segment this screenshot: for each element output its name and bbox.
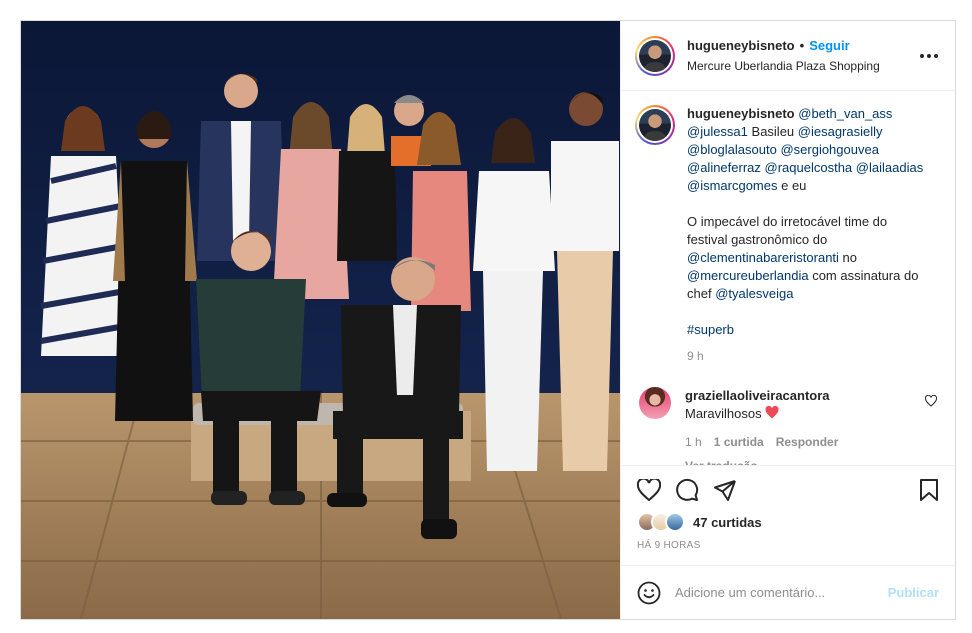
- emoji-icon[interactable]: [637, 581, 661, 605]
- heart-icon[interactable]: [637, 479, 661, 501]
- caption-author-avatar[interactable]: [635, 105, 675, 145]
- post-location[interactable]: Mercure Uberlandia Plaza Shopping: [687, 59, 917, 73]
- bookmark-icon[interactable]: [919, 479, 939, 501]
- caption-text: O impecável do irretocável time do festi…: [687, 213, 927, 303]
- add-comment-bar: Adicione um comentário... Publicar: [621, 565, 955, 619]
- reply-button[interactable]: Responder: [776, 433, 839, 451]
- caption-hashtag[interactable]: #superb: [687, 321, 927, 339]
- mention-link[interactable]: @beth_van_ass: [798, 106, 892, 121]
- post-header: hugueneybisneto • Seguir Mercure Uberlan…: [621, 21, 955, 91]
- caption-text-segment: no: [838, 250, 858, 265]
- comments-section[interactable]: hugueneybisneto @beth_van_ass @julessa1 …: [621, 91, 955, 465]
- mention-link[interactable]: @mercureuberlandia: [687, 268, 809, 283]
- caption-text-segment: e eu: [777, 178, 807, 193]
- comment-time: 1 h: [685, 435, 702, 449]
- mention-link[interactable]: @clementinabareristoranti: [687, 250, 839, 265]
- caption: hugueneybisneto @beth_van_ass @julessa1 …: [635, 105, 941, 365]
- comment-icon[interactable]: [675, 478, 699, 502]
- see-translation-link[interactable]: Ver tradução: [685, 457, 915, 465]
- comment-text: Maravilhosos: [685, 406, 762, 421]
- comment-input[interactable]: Adicione um comentário...: [675, 585, 888, 600]
- likes-count[interactable]: 47 curtidas: [693, 515, 762, 530]
- post-photo[interactable]: [21, 21, 620, 619]
- caption-time: 9 h: [687, 349, 704, 363]
- caption-text-segment: Basileu: [747, 124, 798, 139]
- mention-link[interactable]: @iesagrasielly: [798, 124, 883, 139]
- share-icon[interactable]: [713, 478, 737, 502]
- post-actions: 47 curtidas HÁ 9 HORAS: [621, 465, 955, 565]
- separator-dot: •: [799, 38, 805, 53]
- comment-like-heart-icon[interactable]: [924, 394, 938, 410]
- mention-link[interactable]: @bloglalasouto: [687, 142, 777, 157]
- publish-button[interactable]: Publicar: [888, 585, 939, 600]
- mention-link[interactable]: @raquelcostha: [765, 160, 853, 175]
- comment-likes[interactable]: 1 curtida: [714, 433, 764, 451]
- instagram-post: hugueneybisneto • Seguir Mercure Uberlan…: [20, 20, 956, 620]
- caption-text-segment: O impecável do irretocável time do festi…: [687, 214, 888, 247]
- commenter-username[interactable]: graziellaoliveiracantora: [685, 387, 915, 405]
- follow-button[interactable]: Seguir: [809, 38, 849, 53]
- mention-link[interactable]: @lailaadias: [856, 160, 923, 175]
- red-heart-emoji: [765, 405, 779, 421]
- more-options-icon[interactable]: [917, 44, 941, 68]
- group-photo-illustration: [21, 21, 620, 619]
- commenter-avatar[interactable]: [639, 387, 671, 419]
- post-timestamp: HÁ 9 HORAS: [637, 540, 701, 551]
- caption-username[interactable]: hugueneybisneto: [687, 106, 795, 121]
- mention-link[interactable]: @sergiohgouvea: [780, 142, 878, 157]
- post-sidebar: hugueneybisneto • Seguir Mercure Uberlan…: [620, 21, 955, 619]
- mention-link[interactable]: @julessa1: [687, 124, 748, 139]
- mention-link[interactable]: @tyalesveiga: [715, 286, 793, 301]
- liker-avatar: [665, 512, 685, 532]
- mention-link[interactable]: @ismarcgomes: [687, 178, 778, 193]
- author-username[interactable]: hugueneybisneto: [687, 38, 795, 53]
- liker-avatars[interactable]: [637, 512, 685, 532]
- author-avatar[interactable]: [635, 35, 675, 76]
- comment-item: graziellaoliveiracantora Maravilhosos 1 …: [635, 387, 941, 465]
- caption-mentions: hugueneybisneto @beth_van_ass @julessa1 …: [687, 105, 927, 195]
- mention-link[interactable]: @alineferraz: [687, 160, 761, 175]
